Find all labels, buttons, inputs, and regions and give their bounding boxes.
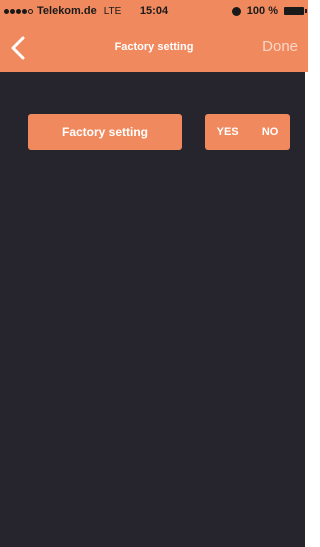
yes-button[interactable]: YES [213, 122, 243, 142]
nav-bar: Factory setting Done [0, 24, 308, 72]
alarm-icon [231, 6, 241, 16]
done-button[interactable]: Done [262, 38, 298, 55]
screen-edge [305, 72, 308, 547]
app-screen: Telekom.de LTE 15:04 100 % Factory setti… [0, 0, 308, 547]
factory-setting-button-label: Factory setting [61, 125, 148, 139]
battery-percent: 100 % [246, 5, 278, 17]
status-right: 100 % [231, 5, 307, 17]
status-bar: Telekom.de LTE 15:04 100 % [0, 0, 308, 24]
no-button[interactable]: NO [258, 122, 283, 142]
factory-setting-button[interactable]: Factory setting [28, 114, 182, 150]
battery-icon [284, 7, 307, 15]
yes-no-toggle: YES NO [205, 114, 290, 150]
